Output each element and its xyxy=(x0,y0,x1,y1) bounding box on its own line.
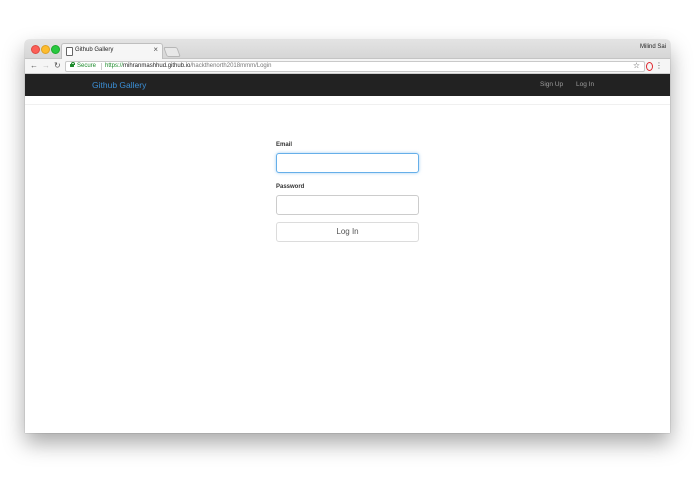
email-label: Email xyxy=(276,142,293,148)
login-link[interactable]: Log In xyxy=(576,74,594,96)
secure-label: Secure xyxy=(77,63,97,69)
email-field[interactable] xyxy=(276,153,419,173)
minimize-window-button[interactable] xyxy=(41,45,50,54)
url-host: mihranmashhud.github.io xyxy=(123,63,191,69)
browser-toolbar: ← → ↻ Secure https://mihranmashhud.githu… xyxy=(25,59,670,74)
arrow-left-icon[interactable]: ← xyxy=(30,60,38,72)
profile-name[interactable]: Milind Sai xyxy=(640,44,666,50)
address-bar[interactable]: Secure https://mihranmashhud.github.io/h… xyxy=(65,61,645,72)
url-separator xyxy=(101,63,102,70)
form-spacer xyxy=(276,173,419,183)
form-spacer xyxy=(276,215,419,222)
url-path: /hackthenorth2018mmm/Login xyxy=(190,63,272,69)
password-label: Password xyxy=(276,184,305,190)
close-window-button[interactable] xyxy=(31,45,40,54)
browser-window: Github Gallery × Milind Sai ← → ↻ Secure… xyxy=(25,40,670,433)
tab-title: Github Gallery xyxy=(75,47,114,53)
login-button[interactable]: Log In xyxy=(276,222,419,242)
signup-link[interactable]: Sign Up xyxy=(540,74,563,96)
opera-icon[interactable] xyxy=(646,62,653,71)
zoom-window-button[interactable] xyxy=(51,45,60,54)
kebab-menu-icon[interactable]: ⋮ xyxy=(655,60,663,72)
arrow-right-icon[interactable]: → xyxy=(42,60,50,72)
tab-close-icon[interactable]: × xyxy=(153,45,158,55)
navbar-brand[interactable]: Github Gallery xyxy=(92,74,146,96)
new-tab-button[interactable] xyxy=(163,47,181,57)
password-field[interactable] xyxy=(276,195,419,215)
browser-tab[interactable]: Github Gallery × xyxy=(61,43,163,59)
url-scheme: https:// xyxy=(105,63,124,69)
navbar-divider xyxy=(25,96,670,105)
document-icon xyxy=(66,47,73,56)
tab-strip: Github Gallery × Milind Sai xyxy=(25,40,670,59)
reload-icon[interactable]: ↻ xyxy=(54,60,61,72)
screenshot-stage: Github Gallery × Milind Sai ← → ↻ Secure… xyxy=(0,0,695,494)
login-form: Email Password Log In xyxy=(276,141,419,242)
url-text: https://mihranmashhud.github.io/hackthen… xyxy=(105,62,271,71)
star-icon[interactable]: ☆ xyxy=(633,60,640,72)
site-navbar: Github Gallery Sign Up Log In xyxy=(25,74,670,96)
lock-icon xyxy=(70,62,75,67)
